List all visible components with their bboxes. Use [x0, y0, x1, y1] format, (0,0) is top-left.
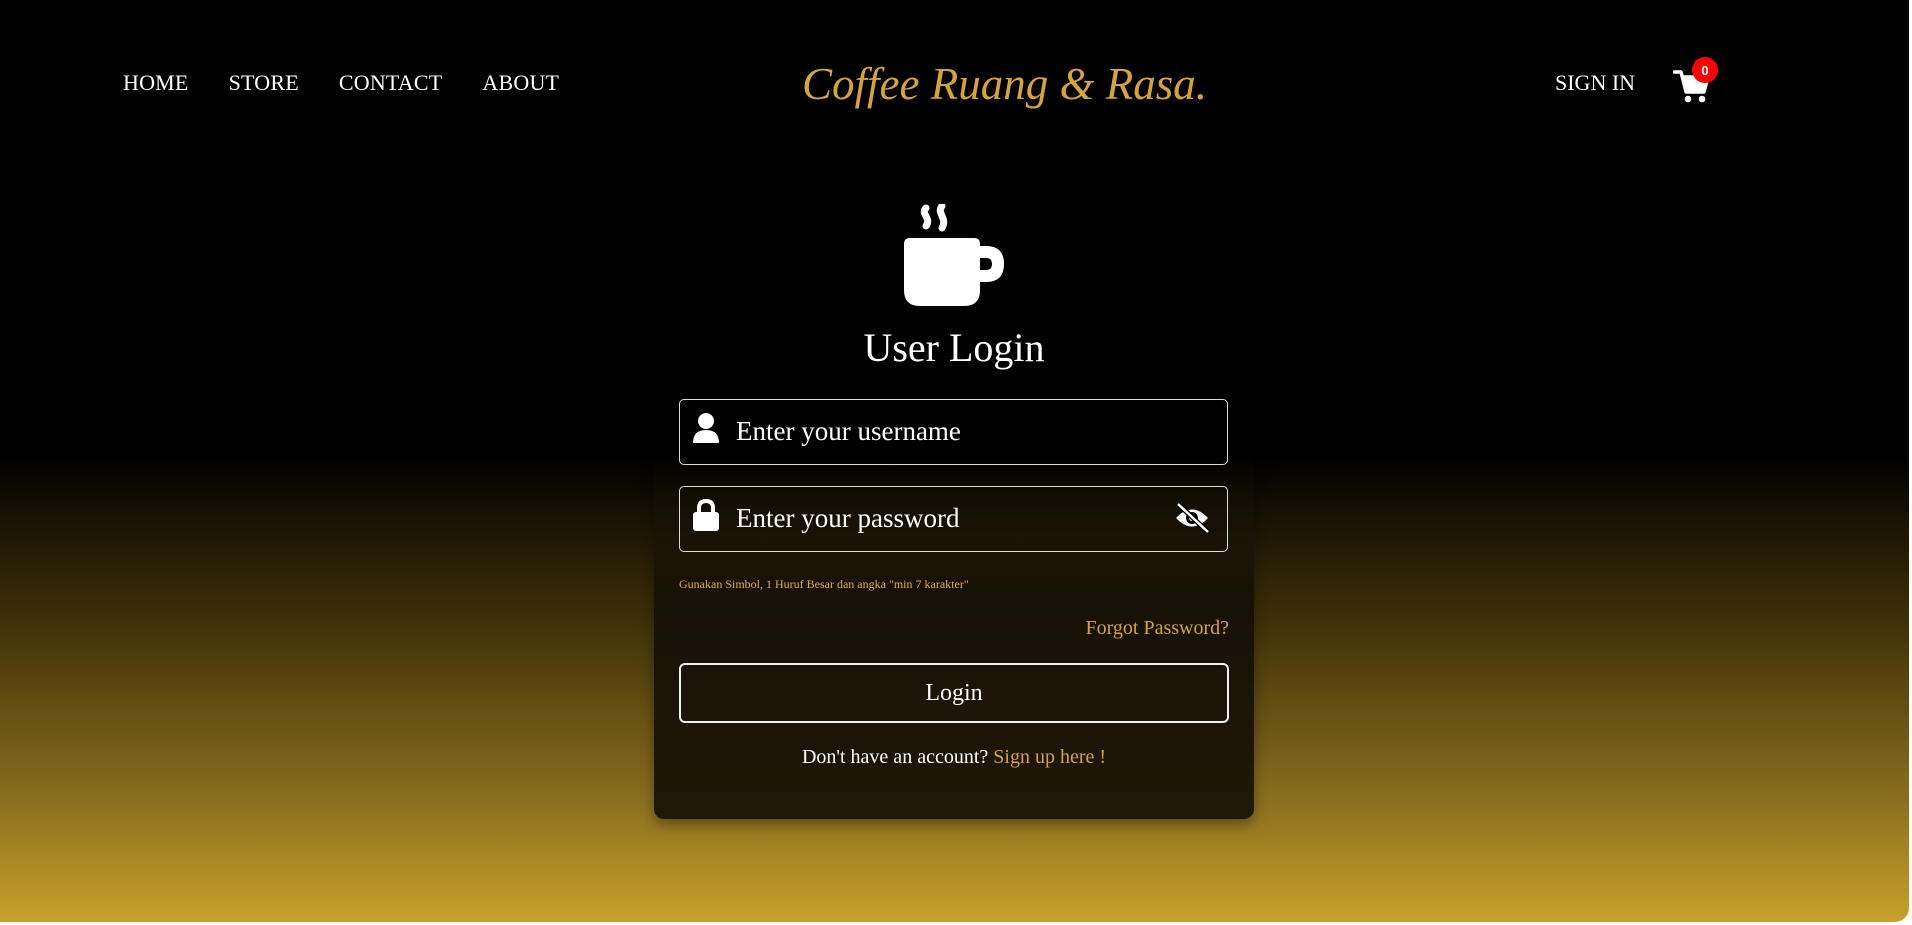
cart-count-badge: 0 — [1692, 57, 1718, 83]
user-icon — [693, 413, 719, 443]
password-field — [679, 486, 1228, 552]
signup-prompt: Don't have an account? Sign up here ! — [654, 746, 1254, 769]
lock-icon — [693, 499, 719, 531]
no-account-text: Don't have an account? — [801, 746, 989, 768]
eye-slash-icon[interactable] — [1173, 501, 1211, 535]
password-hint: Gunakan Simbol, 1 Huruf Besar dan angka … — [679, 577, 969, 591]
sign-in-link[interactable]: SIGN IN — [1555, 70, 1635, 96]
username-field — [679, 399, 1228, 465]
password-input[interactable] — [736, 487, 1156, 550]
login-title: User Login — [863, 325, 1045, 370]
page-background: HOME STORE CONTACT ABOUT Coffee Ruang & … — [0, 0, 1909, 922]
coffee-cup-icon — [904, 204, 1004, 306]
login-button[interactable]: Login — [679, 663, 1229, 723]
forgot-password-link[interactable]: Forgot Password? — [979, 617, 1229, 640]
username-input[interactable] — [736, 400, 1156, 463]
signup-link[interactable]: Sign up here ! — [993, 746, 1106, 768]
